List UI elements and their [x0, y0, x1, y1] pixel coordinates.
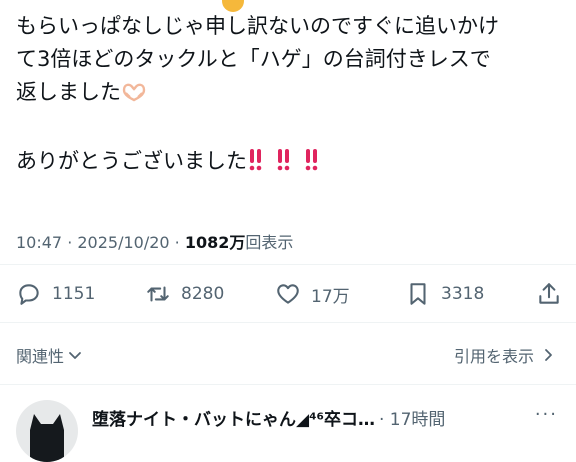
chevron-right-icon — [545, 349, 552, 361]
tweet-time[interactable]: 10:47 — [16, 233, 62, 252]
tweet-line-1: もらいっぱなしじゃ申し訳ないのですぐに追いかけ — [16, 14, 499, 38]
reply-button[interactable]: 1151 — [16, 276, 95, 312]
like-count: 17万 — [311, 286, 350, 307]
divider — [0, 384, 576, 385]
views-label: 回表示 — [245, 233, 294, 252]
bookmark-icon — [410, 283, 426, 305]
tweet-line-3: 返しました — [16, 76, 562, 112]
tweet-date[interactable]: 2025/10/20 — [77, 233, 169, 252]
avatar[interactable] — [16, 400, 78, 462]
reply-timestamp[interactable]: · 17時間 — [379, 405, 445, 430]
share-icon — [539, 283, 559, 304]
tweet-thanks-line: ありがとうございました — [16, 145, 562, 181]
meta-separator: · — [169, 233, 185, 252]
view-quotes-link[interactable]: 引用を表示 — [454, 343, 556, 367]
share-button[interactable] — [536, 276, 572, 312]
divider — [0, 322, 576, 323]
like-button[interactable]: 17万 — [275, 276, 350, 312]
sort-label: 関連性 — [16, 347, 65, 366]
bookmark-button[interactable]: 3318 — [405, 276, 484, 312]
bookmark-count: 3318 — [441, 284, 485, 304]
heart-icon — [277, 284, 299, 304]
tweet-line-2: て3倍ほどのタックルと「ハゲ」の台詞付きレスで — [16, 47, 491, 71]
tweet-line-3-text: 返しました — [16, 80, 121, 104]
repost-count: 8280 — [181, 284, 225, 304]
meta-separator: · — [62, 233, 78, 252]
quotes-label: 引用を表示 — [453, 347, 534, 366]
more-options-icon[interactable]: ··· — [535, 404, 558, 425]
tweet-text: もらいっぱなしじゃ申し訳ないのですぐに追いかけ て3倍ほどのタックルと「ハゲ」の… — [16, 10, 562, 181]
cat-silhouette-icon — [30, 414, 64, 462]
reply-icon — [19, 284, 39, 305]
action-bar: 1151 8280 17万 3318 — [0, 276, 576, 312]
divider — [0, 264, 576, 265]
heart-hands-icon — [121, 79, 147, 112]
tweet-thanks-text: ありがとうございました — [16, 149, 247, 173]
chevron-down-icon — [69, 352, 81, 359]
double-exclamation-icon — [247, 147, 331, 181]
sort-relevance-dropdown[interactable]: 関連性 — [16, 343, 83, 367]
tweet-meta: 10:47 · 2025/10/20 · 1082万回表示 — [16, 231, 293, 255]
repost-icon — [147, 286, 169, 302]
reply-header: 堕落ナイト・バットにゃん◢⁴⁶卒コ… · 17時間 — [92, 405, 445, 430]
reply-count: 1151 — [52, 284, 96, 304]
reply-author-name[interactable]: 堕落ナイト・バットにゃん◢⁴⁶卒コ… — [92, 405, 375, 430]
views-count: 1082万 — [184, 233, 246, 252]
repost-button[interactable]: 8280 — [145, 276, 224, 312]
